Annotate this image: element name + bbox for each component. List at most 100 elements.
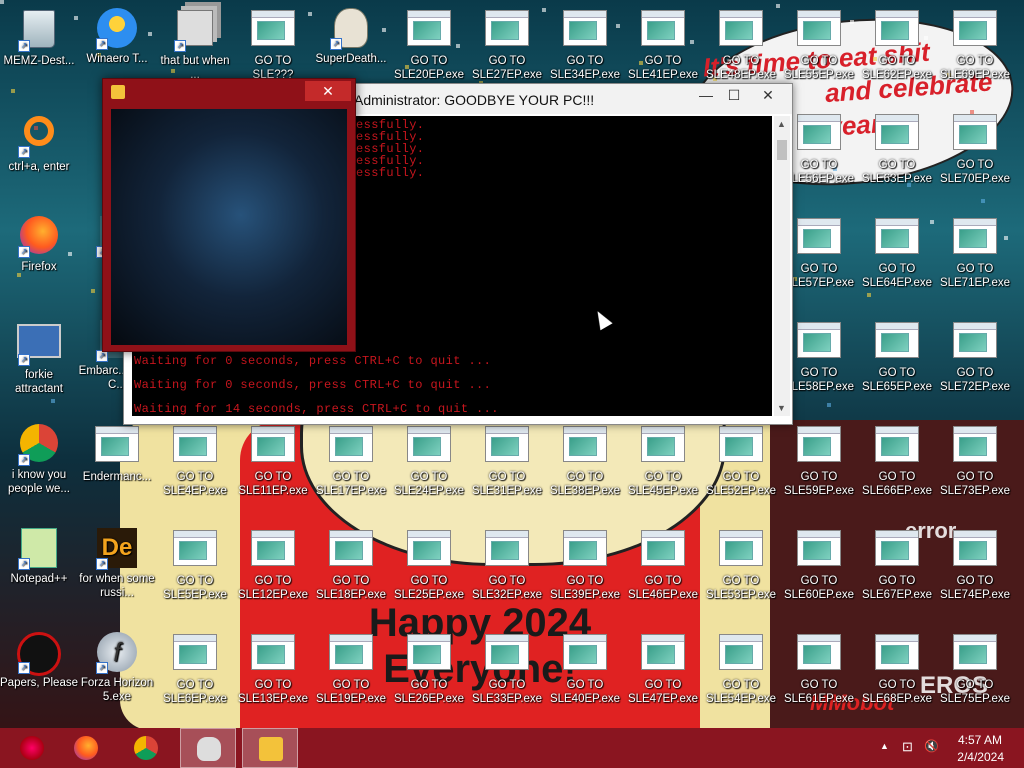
media-player-window[interactable]: ✕ bbox=[102, 78, 356, 352]
tray-chevron-icon[interactable]: ▲ bbox=[880, 741, 889, 751]
desktop-icon-go-to-sle25ep-exe[interactable]: GO TO SLE25EP.exe bbox=[390, 528, 468, 602]
desktop-icon-go-to-sle60ep-exe[interactable]: GO TO SLE60EP.exe bbox=[780, 528, 858, 602]
desktop-icon-label: GO TO SLE63EP.exe bbox=[861, 159, 933, 185]
exe-icon bbox=[640, 10, 686, 50]
clock-date[interactable]: 2/4/2024 bbox=[957, 750, 1004, 764]
desktop-icon-go-to-sle70ep-exe[interactable]: GO TO SLE70EP.exe bbox=[936, 112, 1014, 186]
exe-icon bbox=[484, 634, 530, 674]
desktop-icon-go-to-sle39ep-exe[interactable]: GO TO SLE39EP.exe bbox=[546, 528, 624, 602]
desktop-icon-memz-dest[interactable]: ↗ MEMZ-Dest... bbox=[0, 8, 78, 68]
desktop-icon-go-to-sle46ep-exe[interactable]: GO TO SLE46EP.exe bbox=[624, 528, 702, 602]
desktop-icon-go-to-sle33ep-exe[interactable]: GO TO SLE33EP.exe bbox=[468, 632, 546, 706]
stack-icon: ↗ bbox=[172, 10, 218, 52]
desktop-icon-go-to-sle38ep-exe[interactable]: GO TO SLE38EP.exe bbox=[546, 424, 624, 498]
exe-icon bbox=[172, 530, 218, 570]
desktop-icon-go-to-sle6ep-exe[interactable]: GO TO SLE6EP.exe bbox=[156, 632, 234, 706]
media-close-button[interactable]: ✕ bbox=[305, 81, 351, 101]
desktop-icon-go-to-sle4ep-exe[interactable]: GO TO SLE4EP.exe bbox=[156, 424, 234, 498]
cmd-maximize-button[interactable]: ☐ bbox=[720, 84, 748, 106]
desktop-icon-go-to-sle54ep-exe[interactable]: GO TO SLE54EP.exe bbox=[702, 632, 780, 706]
cmd-minimize-button[interactable]: — bbox=[692, 84, 720, 106]
desktop-icon-go-to-sle71ep-exe[interactable]: GO TO SLE71EP.exe bbox=[936, 216, 1014, 290]
desktop-icon-go-to-sle32ep-exe[interactable]: GO TO SLE32EP.exe bbox=[468, 528, 546, 602]
desktop-icon-go-to-sle41ep-exe[interactable]: GO TO SLE41EP.exe bbox=[624, 8, 702, 82]
desktop-icon-go-to-sle48ep-exe[interactable]: GO TO SLE48EP.exe bbox=[702, 8, 780, 82]
desktop-icon-label: GO TO SLE70EP.exe bbox=[939, 159, 1011, 185]
exe-icon bbox=[250, 426, 296, 466]
shortcut-arrow-icon: ↗ bbox=[18, 40, 30, 52]
volume-muted-icon[interactable]: 🔇 bbox=[924, 739, 939, 753]
exe-icon bbox=[406, 530, 452, 570]
desktop-icon-that-but-when[interactable]: ↗ that but when ... bbox=[156, 8, 234, 82]
desktop-icon-go-to-sle[interactable]: GO TO SLE??? bbox=[234, 8, 312, 82]
desktop-icon-i-know-you-people-we[interactable]: ↗ i know you people we... bbox=[0, 424, 78, 496]
desktop-icon-go-to-sle31ep-exe[interactable]: GO TO SLE31EP.exe bbox=[468, 424, 546, 498]
desktop-icon-go-to-sle40ep-exe[interactable]: GO TO SLE40EP.exe bbox=[546, 632, 624, 706]
desktop-icon-go-to-sle5ep-exe[interactable]: GO TO SLE5EP.exe bbox=[156, 528, 234, 602]
cmd-scrollbar[interactable]: ▲ ▼ bbox=[774, 116, 790, 416]
desktop-icon-firefox[interactable]: ↗ Firefox bbox=[0, 216, 78, 274]
desktop-icon-label: GO TO SLE26EP.exe bbox=[393, 679, 465, 705]
desktop-icon-forza-horizon-5-exe[interactable]: f ↗ Forza Horizon 5.exe bbox=[78, 632, 156, 704]
desktop-icon-go-to-sle74ep-exe[interactable]: GO TO SLE74EP.exe bbox=[936, 528, 1014, 602]
taskbar-skull-app[interactable] bbox=[180, 728, 236, 768]
desktop-icon-go-to-sle61ep-exe[interactable]: GO TO SLE61EP.exe bbox=[780, 632, 858, 706]
confetti-speck bbox=[0, 0, 4, 4]
shortcut-arrow-icon: ↗ bbox=[18, 246, 30, 258]
desktop-icon-go-to-sle12ep-exe[interactable]: GO TO SLE12EP.exe bbox=[234, 528, 312, 602]
desktop-icon-papers-please[interactable]: ↗ Papers, Please bbox=[0, 632, 78, 690]
desktop-icon-go-to-sle63ep-exe[interactable]: GO TO SLE63EP.exe bbox=[858, 112, 936, 186]
desktop-icon-label: GO TO SLE31EP.exe bbox=[471, 471, 543, 497]
desktop-icon-go-to-sle55ep-exe[interactable]: GO TO SLE55EP.exe bbox=[780, 8, 858, 82]
desktop-icon-go-to-sle64ep-exe[interactable]: GO TO SLE64EP.exe bbox=[858, 216, 936, 290]
scroll-down-arrow-icon[interactable]: ▼ bbox=[777, 403, 786, 413]
desktop-icon-go-to-sle27ep-exe[interactable]: GO TO SLE27EP.exe bbox=[468, 8, 546, 82]
taskbar-chrome[interactable] bbox=[118, 728, 174, 768]
desktop-icon-endermanc[interactable]: Endermanc... bbox=[78, 424, 156, 484]
desktop-icon-go-to-sle24ep-exe[interactable]: GO TO SLE24EP.exe bbox=[390, 424, 468, 498]
desktop-icon-notepad[interactable]: ↗ Notepad++ bbox=[0, 528, 78, 586]
desktop-icon-go-to-sle67ep-exe[interactable]: GO TO SLE67EP.exe bbox=[858, 528, 936, 602]
desktop-icon-ctrl-a-enter[interactable]: ↗ ctrl+a, enter bbox=[0, 112, 78, 174]
desktop-icon-go-to-sle18ep-exe[interactable]: GO TO SLE18EP.exe bbox=[312, 528, 390, 602]
desktop-icon-superdeath[interactable]: ↗ SuperDeath... bbox=[312, 8, 390, 66]
desktop-icon-go-to-sle69ep-exe[interactable]: GO TO SLE69EP.exe bbox=[936, 8, 1014, 82]
desktop-icon-go-to-sle52ep-exe[interactable]: GO TO SLE52EP.exe bbox=[702, 424, 780, 498]
desktop-icon-go-to-sle75ep-exe[interactable]: GO TO SLE75EP.exe bbox=[936, 632, 1014, 706]
scrollbar-thumb[interactable] bbox=[777, 140, 787, 160]
scroll-up-arrow-icon[interactable]: ▲ bbox=[777, 119, 786, 129]
desktop-icon-go-to-sle34ep-exe[interactable]: GO TO SLE34EP.exe bbox=[546, 8, 624, 82]
desktop-icon-go-to-sle73ep-exe[interactable]: GO TO SLE73EP.exe bbox=[936, 424, 1014, 498]
desktop-icon-go-to-sle11ep-exe[interactable]: GO TO SLE11EP.exe bbox=[234, 424, 312, 498]
desktop-icon-go-to-sle65ep-exe[interactable]: GO TO SLE65EP.exe bbox=[858, 320, 936, 394]
desktop-icon-go-to-sle45ep-exe[interactable]: GO TO SLE45EP.exe bbox=[624, 424, 702, 498]
desktop-icon-go-to-sle17ep-exe[interactable]: GO TO SLE17EP.exe bbox=[312, 424, 390, 498]
exe-icon bbox=[952, 634, 998, 674]
desktop-icon-go-to-sle59ep-exe[interactable]: GO TO SLE59EP.exe bbox=[780, 424, 858, 498]
desktop-icon-label: GO TO SLE38EP.exe bbox=[549, 471, 621, 497]
exe-icon bbox=[874, 10, 920, 50]
cmd-close-button[interactable]: ✕ bbox=[754, 84, 782, 106]
desktop-icon-go-to-sle13ep-exe[interactable]: GO TO SLE13EP.exe bbox=[234, 632, 312, 706]
clock-time[interactable]: 4:57 AM bbox=[958, 733, 1002, 747]
network-icon[interactable]: ⊡ bbox=[902, 739, 913, 755]
start-button[interactable] bbox=[4, 728, 60, 768]
desktop-icon-go-to-sle19ep-exe[interactable]: GO TO SLE19EP.exe bbox=[312, 632, 390, 706]
desktop-icon-label: GO TO SLE11EP.exe bbox=[238, 471, 308, 497]
desktop-icon-forkie-attractant[interactable]: ↗ forkie attractant bbox=[0, 320, 78, 396]
taskbar-firefox[interactable] bbox=[58, 728, 114, 768]
desktop-icon-label: GO TO SLE61EP.exe bbox=[783, 679, 855, 705]
media-video-area[interactable] bbox=[111, 109, 347, 345]
desktop-icon-go-to-sle62ep-exe[interactable]: GO TO SLE62EP.exe bbox=[858, 8, 936, 82]
desktop-icon-winaero-t[interactable]: ↗ Winaero T... bbox=[78, 8, 156, 66]
desktop-icon-go-to-sle47ep-exe[interactable]: GO TO SLE47EP.exe bbox=[624, 632, 702, 706]
desktop-icon-go-to-sle66ep-exe[interactable]: GO TO SLE66EP.exe bbox=[858, 424, 936, 498]
taskbar-media-player[interactable] bbox=[242, 728, 298, 768]
desktop-icon-go-to-sle26ep-exe[interactable]: GO TO SLE26EP.exe bbox=[390, 632, 468, 706]
desktop-icon-go-to-sle53ep-exe[interactable]: GO TO SLE53EP.exe bbox=[702, 528, 780, 602]
desktop-icon-go-to-sle68ep-exe[interactable]: GO TO SLE68EP.exe bbox=[858, 632, 936, 706]
desktop-icon-go-to-sle72ep-exe[interactable]: GO TO SLE72EP.exe bbox=[936, 320, 1014, 394]
desktop-icon-label: GO TO SLE48EP.exe bbox=[705, 55, 777, 81]
desktop-icon-go-to-sle20ep-exe[interactable]: GO TO SLE20EP.exe bbox=[390, 8, 468, 82]
desktop-icon-for-when-some-russi[interactable]: De ↗ for when some russi... bbox=[78, 528, 156, 600]
